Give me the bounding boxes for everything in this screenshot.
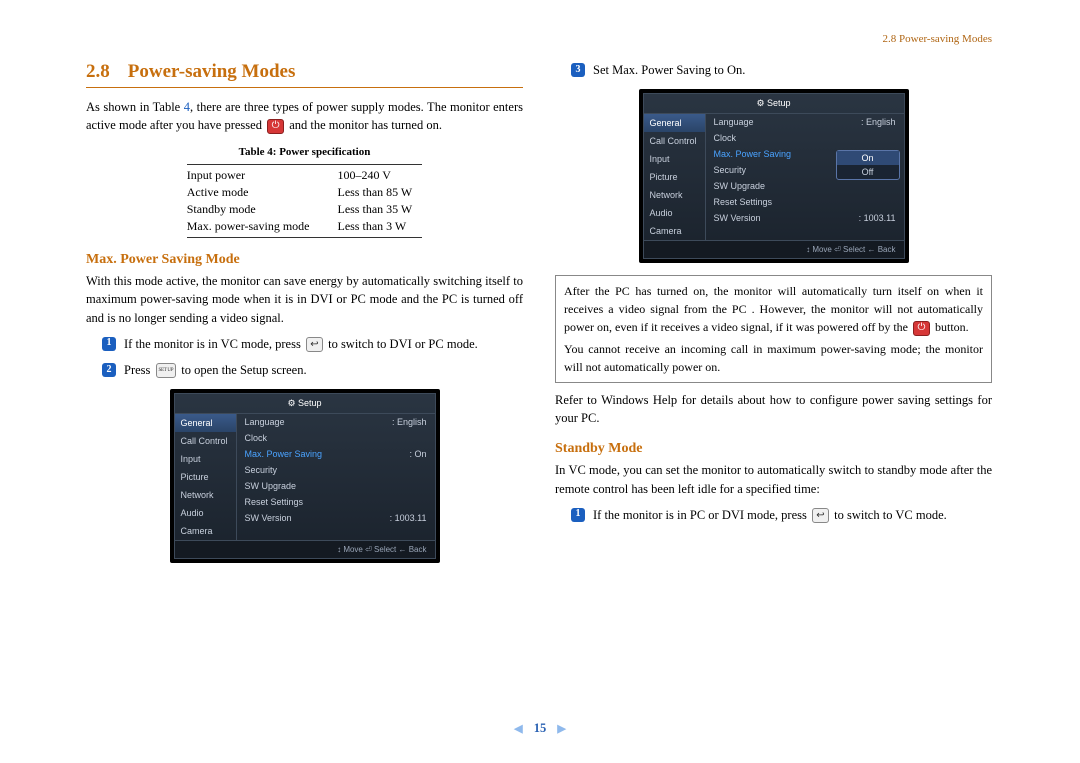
section-title: 2.8 Power-saving Modes bbox=[86, 61, 523, 83]
standby-paragraph: In VC mode, you can set the monitor to a… bbox=[555, 461, 992, 497]
osd-tab: Camera bbox=[175, 522, 236, 540]
osd-tab: Audio bbox=[644, 204, 705, 222]
osd-footer: ↕ Move ⏎ Select ← Back bbox=[644, 240, 904, 258]
max-power-paragraph: With this mode active, the monitor can s… bbox=[86, 272, 523, 326]
osd-screenshot-general: Setup General Call Control Input Picture… bbox=[170, 389, 440, 563]
intro-paragraph: As shown in Table 4, there are three typ… bbox=[86, 98, 523, 134]
source-switch-icon: ↩ bbox=[306, 337, 323, 352]
table-row: Active modeLess than 85 W bbox=[187, 184, 423, 201]
osd-tab: Network bbox=[644, 186, 705, 204]
prev-page-icon[interactable]: ◀ bbox=[506, 723, 530, 735]
power-button-icon: ⏻ bbox=[913, 321, 930, 336]
step-number-icon: 2 bbox=[102, 363, 116, 377]
osd-tab: Camera bbox=[644, 222, 705, 240]
osd-main-panel: LanguageEnglish Clock Max. Power Saving … bbox=[706, 114, 904, 240]
osd-dropdown: On Off bbox=[836, 150, 900, 180]
section-number: 2.8 bbox=[86, 61, 110, 83]
osd-title: Setup bbox=[175, 394, 435, 414]
osd-option: Off bbox=[837, 165, 899, 179]
power-button-icon: ⏻ bbox=[267, 119, 284, 134]
section-rule bbox=[86, 87, 523, 88]
table-row: Input power100–240 V bbox=[187, 165, 423, 185]
osd-tab: Picture bbox=[644, 168, 705, 186]
osd-tab: Audio bbox=[175, 504, 236, 522]
osd-tab: Call Control bbox=[644, 132, 705, 150]
right-column: 3 Set Max. Power Saving to On. Setup Gen… bbox=[555, 61, 992, 575]
osd-sidebar: General Call Control Input Picture Netwo… bbox=[175, 414, 237, 540]
page-number: 15 bbox=[534, 721, 547, 735]
step-item: 1 If the monitor is in VC mode, press ↩ … bbox=[102, 335, 523, 353]
page-navigation: ◀ 15 ▶ bbox=[0, 721, 1080, 736]
step-number-icon: 1 bbox=[102, 337, 116, 351]
step-item: 1 If the monitor is in PC or DVI mode, p… bbox=[571, 506, 992, 524]
subheading-standby: Standby Mode bbox=[555, 441, 992, 457]
osd-screenshot-dropdown: Setup General Call Control Input Picture… bbox=[639, 89, 909, 263]
osd-tab: Input bbox=[644, 150, 705, 168]
osd-tab: Network bbox=[175, 486, 236, 504]
osd-tab: General bbox=[644, 114, 705, 132]
pc-help-paragraph: Refer to Windows Help for details about … bbox=[555, 391, 992, 427]
section-heading: Power-saving Modes bbox=[128, 61, 296, 83]
setup-button-icon: SET UP bbox=[156, 363, 177, 378]
table-row: Standby modeLess than 35 W bbox=[187, 201, 423, 218]
osd-footer: ↕ Move ⏎ Select ← Back bbox=[175, 540, 435, 558]
power-spec-table: Input power100–240 V Active modeLess tha… bbox=[187, 164, 423, 238]
osd-main-panel: LanguageEnglish Clock Max. Power SavingO… bbox=[237, 414, 435, 540]
step-item: 3 Set Max. Power Saving to On. bbox=[571, 61, 992, 79]
osd-tab: Picture bbox=[175, 468, 236, 486]
note-callout: After the PC has turned on, the monitor … bbox=[555, 275, 992, 383]
osd-option-selected: On bbox=[837, 151, 899, 165]
osd-title: Setup bbox=[644, 94, 904, 114]
step-number-icon: 3 bbox=[571, 63, 585, 77]
osd-tab: General bbox=[175, 414, 236, 432]
step-item: 2 Press SET UP to open the Setup screen. bbox=[102, 361, 523, 379]
table-caption: Table 4: Power specification bbox=[86, 146, 523, 158]
step-number-icon: 1 bbox=[571, 508, 585, 522]
table-row: Max. power-saving modeLess than 3 W bbox=[187, 218, 423, 238]
osd-tab: Call Control bbox=[175, 432, 236, 450]
next-page-icon[interactable]: ▶ bbox=[549, 723, 573, 735]
left-column: 2.8 Power-saving Modes As shown in Table… bbox=[86, 61, 523, 575]
osd-sidebar: General Call Control Input Picture Netwo… bbox=[644, 114, 706, 240]
osd-tab: Input bbox=[175, 450, 236, 468]
subheading-max-power: Max. Power Saving Mode bbox=[86, 252, 523, 268]
running-header: 2.8 Power-saving Modes bbox=[86, 33, 992, 45]
source-switch-icon: ↩ bbox=[812, 508, 829, 523]
